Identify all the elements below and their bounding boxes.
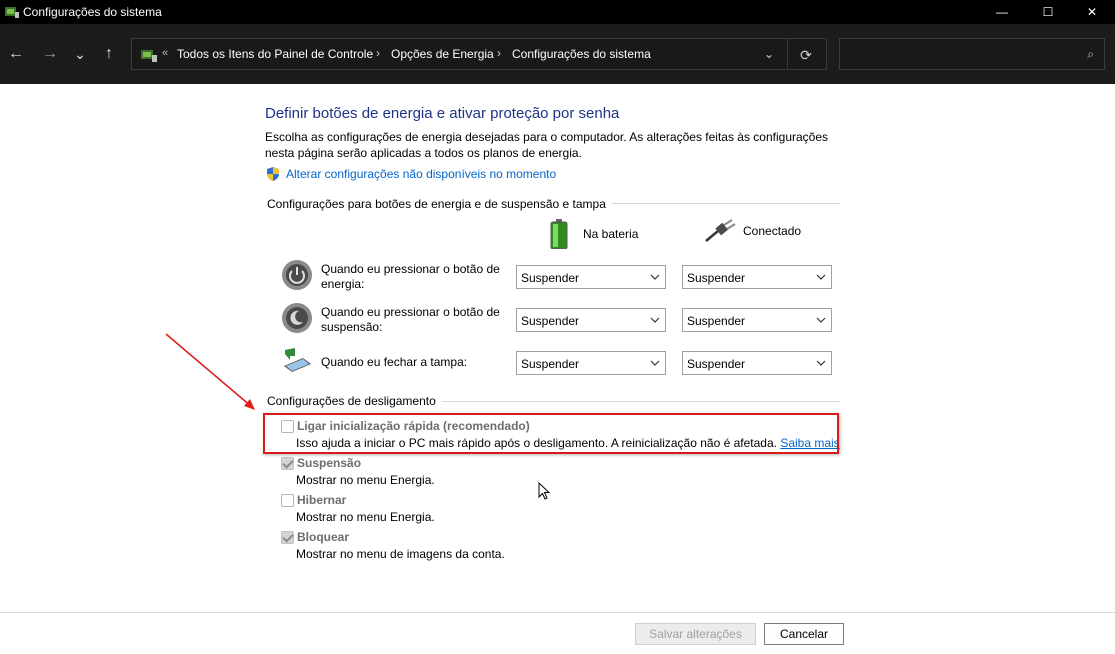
forward-button[interactable]: → (37, 42, 63, 66)
navigation-bar: ← → ⌄ ↑ « Todos os Itens do Painel de Co… (0, 24, 1115, 84)
breadcrumb-separator-icon[interactable]: › (497, 46, 501, 60)
sleep-label: Suspensão (297, 456, 362, 470)
breadcrumb-power-options[interactable]: Opções de Energia (391, 47, 494, 61)
refresh-button[interactable]: ⟳ (796, 45, 816, 65)
mouse-cursor-icon (538, 482, 551, 500)
divider (0, 612, 1115, 613)
breadcrumb-all-items[interactable]: Todos os Itens do Painel de Controle (177, 47, 373, 61)
laptop-lid-icon (284, 348, 311, 372)
arrow-up-icon: ↑ (105, 45, 113, 62)
select-value: Suspender (687, 357, 746, 371)
hibernate-checkbox[interactable] (281, 494, 294, 507)
admin-settings-link[interactable]: Alterar configurações não disponíveis no… (265, 166, 556, 182)
refresh-icon: ⟳ (800, 46, 812, 63)
back-button[interactable]: ← (3, 42, 29, 66)
hibernate-description: Mostrar no menu Energia. (296, 510, 435, 524)
power-button-plugged-select[interactable]: Suspender (682, 265, 832, 289)
up-button[interactable]: ↑ (96, 42, 122, 66)
control-panel-icon (141, 50, 157, 62)
maximize-icon: ☐ (1042, 5, 1054, 19)
highlight-box (263, 413, 839, 454)
arrow-left-icon: ← (8, 45, 24, 62)
battery-icon (550, 219, 568, 249)
annotation-arrow-icon (165, 333, 255, 410)
page-title: Definir botões de energia e ativar prote… (265, 105, 620, 122)
minimize-icon: — (996, 5, 1008, 19)
address-dropdown-button[interactable]: ⌄ (760, 45, 778, 63)
power-button-battery-select[interactable]: Suspender (516, 265, 666, 289)
main-content: Definir botões de energia e ativar prote… (0, 84, 1115, 654)
chevron-down-icon (650, 317, 660, 323)
sleep-description: Mostrar no menu Energia. (296, 473, 435, 487)
row-label-close-lid: Quando eu fechar a tampa: (321, 355, 468, 369)
select-value: Suspender (521, 271, 580, 285)
hibernate-label: Hibernar (297, 493, 347, 507)
sleep-button-plugged-select[interactable]: Suspender (682, 308, 832, 332)
chevron-down-icon (816, 360, 826, 366)
select-value: Suspender (687, 271, 746, 285)
address-bar[interactable]: « Todos os Itens do Painel de Controle ›… (131, 38, 827, 70)
overflow-chevron-icon[interactable]: « (162, 47, 168, 59)
window-title: Configurações do sistema (23, 5, 162, 19)
divider (787, 39, 788, 69)
search-icon: ⌕ (1087, 47, 1094, 61)
column-header-plugged: Conectado (704, 219, 801, 243)
lock-label: Bloquear (297, 530, 350, 544)
column-header-battery: Na bateria (549, 219, 638, 249)
cancel-button[interactable]: Cancelar (764, 623, 844, 645)
arrow-right-icon: → (42, 45, 58, 62)
search-box[interactable]: ⌕ (839, 38, 1105, 70)
select-value: Suspender (521, 357, 580, 371)
sleep-button-icon (282, 303, 312, 333)
title-bar: Configurações do sistema — ☐ ✕ (0, 0, 1115, 24)
power-plug-icon (705, 219, 736, 242)
sleep-checkbox[interactable] (281, 457, 294, 470)
page-description: Escolha as configurações de energia dese… (265, 130, 829, 160)
sleep-button-battery-select[interactable]: Suspender (516, 308, 666, 332)
close-icon: ✕ (1086, 5, 1098, 19)
uac-shield-icon (267, 167, 279, 181)
row-label-power-button: Quando eu pressionar o botão de energia: (321, 262, 500, 291)
chevron-down-icon: ⌄ (763, 47, 775, 61)
chevron-down-icon (650, 360, 660, 366)
chevron-down-icon (816, 274, 826, 280)
power-button-icon (282, 260, 312, 290)
close-lid-battery-select[interactable]: Suspender (516, 351, 666, 375)
breadcrumb-system-settings[interactable]: Configurações do sistema (512, 47, 651, 61)
row-label-sleep-button: Quando eu pressionar o botão de suspensã… (321, 305, 500, 334)
minimize-button[interactable]: — (979, 0, 1025, 24)
power-buttons-section-title: Configurações para botões de energia e d… (267, 197, 612, 211)
chevron-down-icon (650, 274, 660, 280)
save-changes-button[interactable]: Salvar alterações (635, 623, 756, 645)
column-header-plugged-label: Conectado (743, 224, 802, 238)
column-header-battery-label: Na bateria (583, 227, 639, 241)
select-value: Suspender (687, 314, 746, 328)
lock-checkbox[interactable] (281, 531, 294, 544)
select-value: Suspender (521, 314, 580, 328)
maximize-button[interactable]: ☐ (1025, 0, 1071, 24)
close-lid-plugged-select[interactable]: Suspender (682, 351, 832, 375)
recent-locations-button[interactable]: ⌄ (67, 42, 93, 66)
breadcrumb-separator-icon[interactable]: › (376, 46, 380, 60)
lock-description: Mostrar no menu de imagens da conta. (296, 547, 505, 561)
admin-settings-link-label[interactable]: Alterar configurações não disponíveis no… (286, 167, 556, 181)
control-panel-icon (5, 7, 19, 18)
chevron-down-icon (816, 317, 826, 323)
chevron-down-icon: ⌄ (74, 45, 86, 62)
shutdown-section-title: Configurações de desligamento (267, 394, 442, 408)
close-button[interactable]: ✕ (1069, 0, 1115, 24)
